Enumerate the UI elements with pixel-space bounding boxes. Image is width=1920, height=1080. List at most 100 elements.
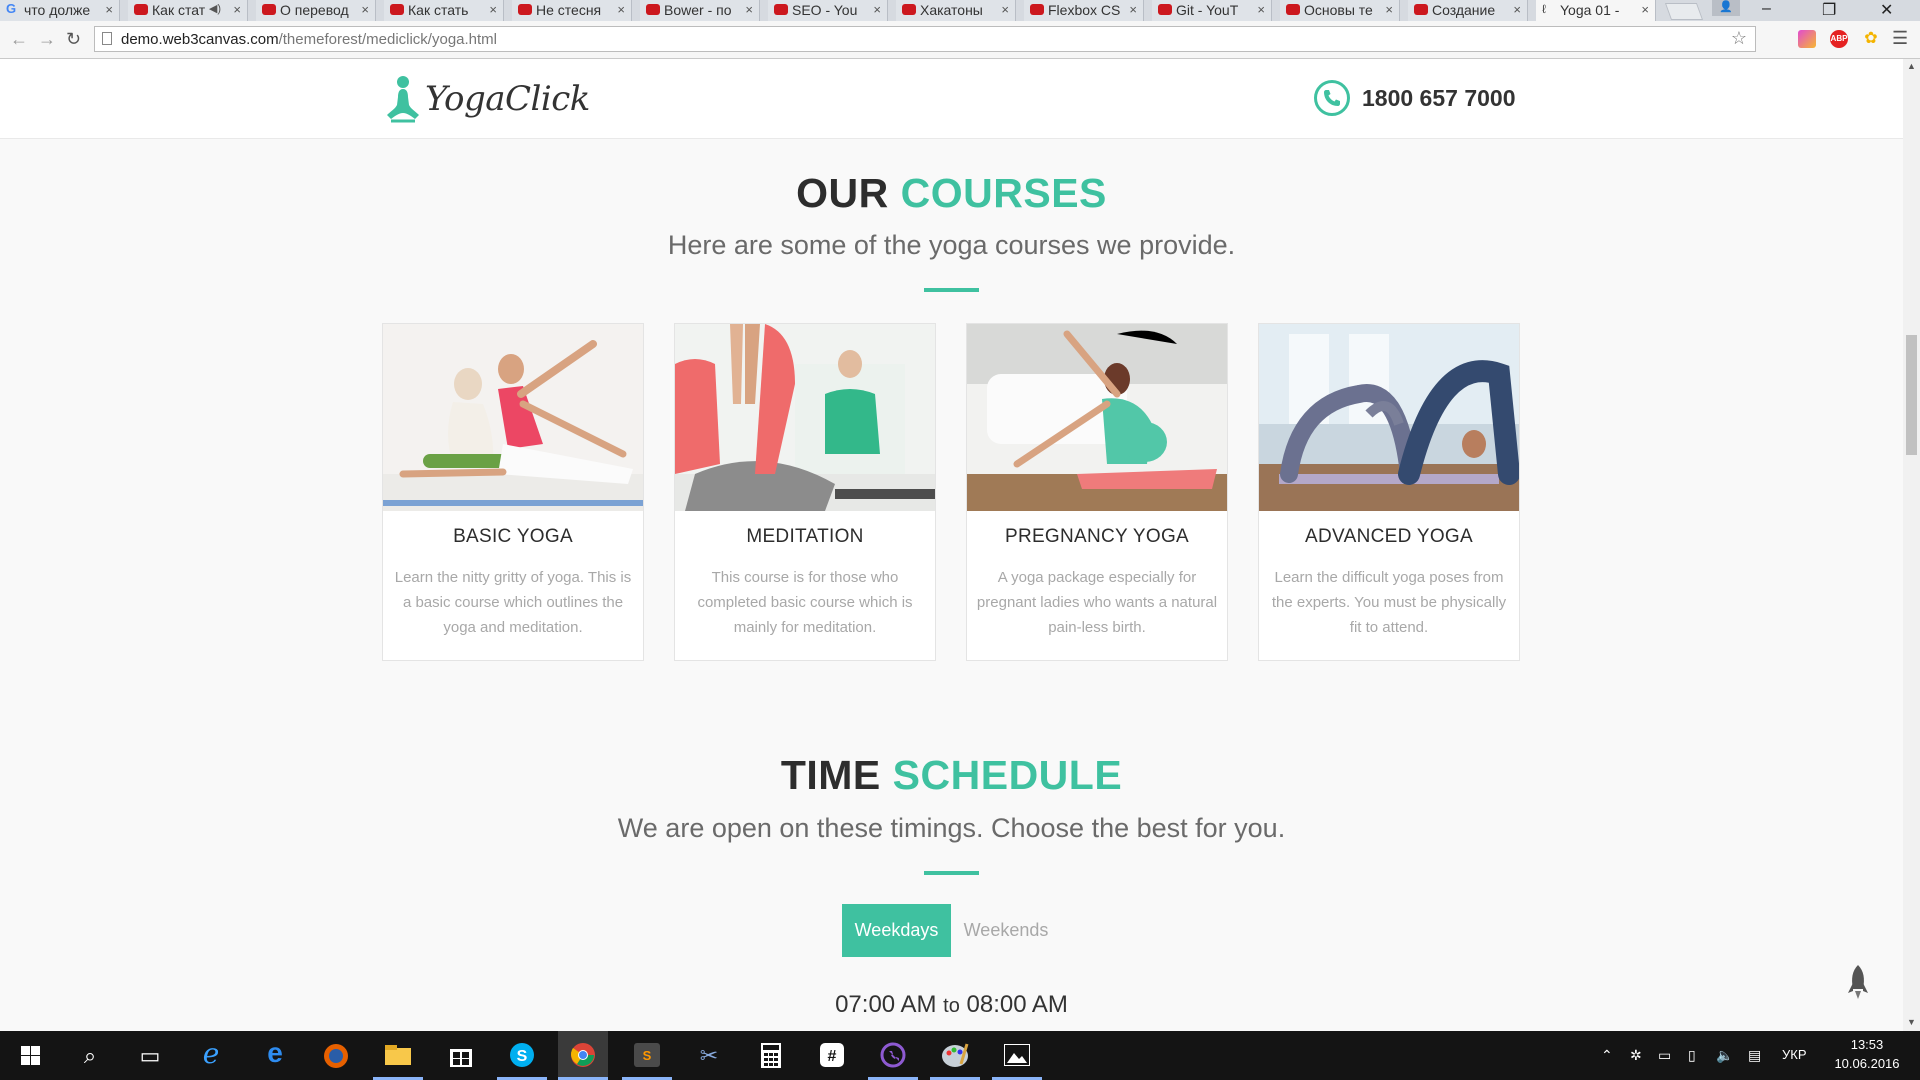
- system-clock[interactable]: 13:53 10.06.2016: [1822, 1035, 1912, 1073]
- tab-title: SEO - You: [792, 2, 858, 18]
- reload-icon[interactable]: ↻: [66, 29, 81, 50]
- tab-close-icon[interactable]: ×: [1641, 2, 1649, 17]
- browser-tab[interactable]: Git - YouT ×: [1152, 0, 1272, 21]
- close-window-icon[interactable]: ✕: [1880, 0, 1893, 20]
- course-card-pregnancy-yoga[interactable]: PREGNANCY YOGA A yoga package especially…: [966, 323, 1228, 661]
- scroll-up-icon[interactable]: ▲: [1907, 61, 1916, 71]
- courses-title: OUR COURSES: [0, 170, 1903, 217]
- tab-close-icon[interactable]: ×: [1513, 2, 1521, 17]
- browser-tab[interactable]: Создание ×: [1408, 0, 1528, 21]
- tab-close-icon[interactable]: ×: [1257, 2, 1265, 17]
- course-card-advanced-yoga[interactable]: ADVANCED YOGA Learn the difficult yoga p…: [1258, 323, 1520, 661]
- network-icon[interactable]: ▯: [1688, 1047, 1696, 1064]
- tab-close-icon[interactable]: ×: [1001, 2, 1009, 17]
- schedule-subtitle: We are open on these timings. Choose the…: [617, 813, 1286, 843]
- browser-tab[interactable]: Bower - по ×: [640, 0, 760, 21]
- task-view-icon[interactable]: ▭: [125, 1031, 175, 1080]
- page-scrollbar[interactable]: ▲ ▼: [1903, 59, 1920, 1031]
- tab-close-icon[interactable]: ×: [233, 2, 241, 17]
- photos-icon[interactable]: [992, 1031, 1042, 1080]
- search-icon[interactable]: ⌕: [65, 1031, 115, 1080]
- sublime-text-icon[interactable]: S: [622, 1031, 672, 1080]
- browser-tab[interactable]: G что долже ×: [0, 0, 120, 21]
- minimize-icon[interactable]: –: [1762, 0, 1771, 18]
- tab-title: О перевод: [280, 2, 349, 18]
- firefox-icon[interactable]: [311, 1031, 361, 1080]
- tab-close-icon[interactable]: ×: [361, 2, 369, 17]
- svg-text:#: #: [828, 1048, 837, 1065]
- youtube-icon: [902, 4, 916, 15]
- scrollbar-thumb[interactable]: [1906, 335, 1917, 455]
- extension-icon[interactable]: [1798, 30, 1816, 48]
- tab-close-icon[interactable]: ×: [873, 2, 881, 17]
- address-bar[interactable]: demo.web3canvas.com/themeforest/mediclic…: [94, 26, 1756, 52]
- back-to-top-rocket-icon[interactable]: [1846, 965, 1870, 1004]
- tab-close-icon[interactable]: ×: [105, 2, 113, 17]
- browser-tab[interactable]: Как стать ×: [384, 0, 504, 21]
- course-card-basic-yoga[interactable]: BASIC YOGA Learn the nitty gritty of yog…: [382, 323, 644, 661]
- clock-date: 10.06.2016: [1834, 1056, 1900, 1071]
- browser-tab-active[interactable]: ℓ Yoga 01 - ×: [1536, 0, 1656, 22]
- forward-icon[interactable]: →: [38, 29, 56, 50]
- profile-icon[interactable]: 👤: [1712, 0, 1740, 16]
- network-app-icon[interactable]: ✲: [1630, 1047, 1642, 1064]
- youtube-icon: [262, 4, 276, 15]
- store-icon[interactable]: [436, 1031, 486, 1080]
- bookmark-star-icon[interactable]: ☆: [1731, 28, 1747, 49]
- youtube-icon: [646, 4, 660, 15]
- google-icon: G: [6, 1, 17, 16]
- browser-tab[interactable]: Как стат ◀) ×: [128, 0, 248, 21]
- audio-playing-icon[interactable]: ◀): [209, 2, 221, 15]
- course-photo: [675, 324, 935, 511]
- file-explorer-icon[interactable]: [373, 1031, 423, 1080]
- tab-close-icon[interactable]: ×: [1129, 2, 1137, 17]
- viber-icon[interactable]: [868, 1031, 918, 1080]
- extension-puzzle-icon[interactable]: ✿: [1862, 30, 1880, 48]
- tab-close-icon[interactable]: ×: [489, 2, 497, 17]
- brand-name: YogaClick: [425, 79, 590, 119]
- volume-icon[interactable]: 🔈: [1716, 1047, 1733, 1064]
- youtube-icon: [1158, 4, 1172, 15]
- back-icon[interactable]: ←: [10, 29, 28, 50]
- youtube-icon: [1286, 4, 1300, 15]
- schedule-title-accent: SCHEDULE: [892, 752, 1123, 798]
- browser-tab[interactable]: О перевод ×: [256, 0, 376, 21]
- browser-tab[interactable]: Основы те ×: [1280, 0, 1400, 21]
- phone-number[interactable]: 1800 657 7000: [1362, 85, 1516, 112]
- browser-tab[interactable]: Хакатоны ×: [896, 0, 1016, 21]
- edge-icon[interactable]: e: [250, 1031, 300, 1080]
- section-divider: [924, 288, 979, 292]
- adblock-icon[interactable]: ABP: [1830, 30, 1848, 48]
- tab-weekends[interactable]: Weekends: [958, 904, 1054, 957]
- tab-title: Как стать: [408, 2, 469, 18]
- browser-tab[interactable]: SEO - You ×: [768, 0, 888, 21]
- slack-icon[interactable]: #: [807, 1031, 857, 1080]
- skype-icon[interactable]: S: [497, 1031, 547, 1080]
- page-info-icon[interactable]: [102, 32, 112, 45]
- calculator-icon[interactable]: [746, 1031, 796, 1080]
- battery-icon[interactable]: ▭: [1658, 1047, 1671, 1064]
- tab-weekdays[interactable]: Weekdays: [842, 904, 951, 957]
- url-text[interactable]: demo.web3canvas.com/themeforest/mediclic…: [121, 31, 497, 48]
- show-hidden-icons-icon[interactable]: ⌃: [1601, 1047, 1613, 1064]
- internet-explorer-icon[interactable]: e: [186, 1031, 236, 1080]
- youtube-icon: [518, 4, 532, 15]
- tab-close-icon[interactable]: ×: [1385, 2, 1393, 17]
- action-center-icon[interactable]: ▤: [1748, 1047, 1761, 1064]
- browser-tab[interactable]: Flexbox CS ×: [1024, 0, 1144, 21]
- clock-time: 13:53: [1850, 1037, 1884, 1052]
- restore-icon[interactable]: ❐: [1822, 0, 1836, 20]
- paint-icon[interactable]: [930, 1031, 980, 1080]
- start-icon[interactable]: [5, 1031, 55, 1080]
- browser-toolbar: ← → ↻ demo.web3canvas.com/themeforest/me…: [0, 21, 1920, 59]
- browser-menu-icon[interactable]: ☰: [1892, 28, 1908, 49]
- new-tab-button[interactable]: [1664, 3, 1704, 20]
- course-card-meditation[interactable]: MEDITATION This course is for those who …: [674, 323, 936, 661]
- snipping-tool-icon[interactable]: ✂: [684, 1031, 734, 1080]
- tab-close-icon[interactable]: ×: [617, 2, 625, 17]
- language-indicator[interactable]: УКР: [1782, 1047, 1807, 1062]
- tab-close-icon[interactable]: ×: [745, 2, 753, 17]
- chrome-icon[interactable]: [558, 1031, 608, 1080]
- scroll-down-icon[interactable]: ▼: [1907, 1017, 1916, 1027]
- browser-tab[interactable]: Не стесня ×: [512, 0, 632, 21]
